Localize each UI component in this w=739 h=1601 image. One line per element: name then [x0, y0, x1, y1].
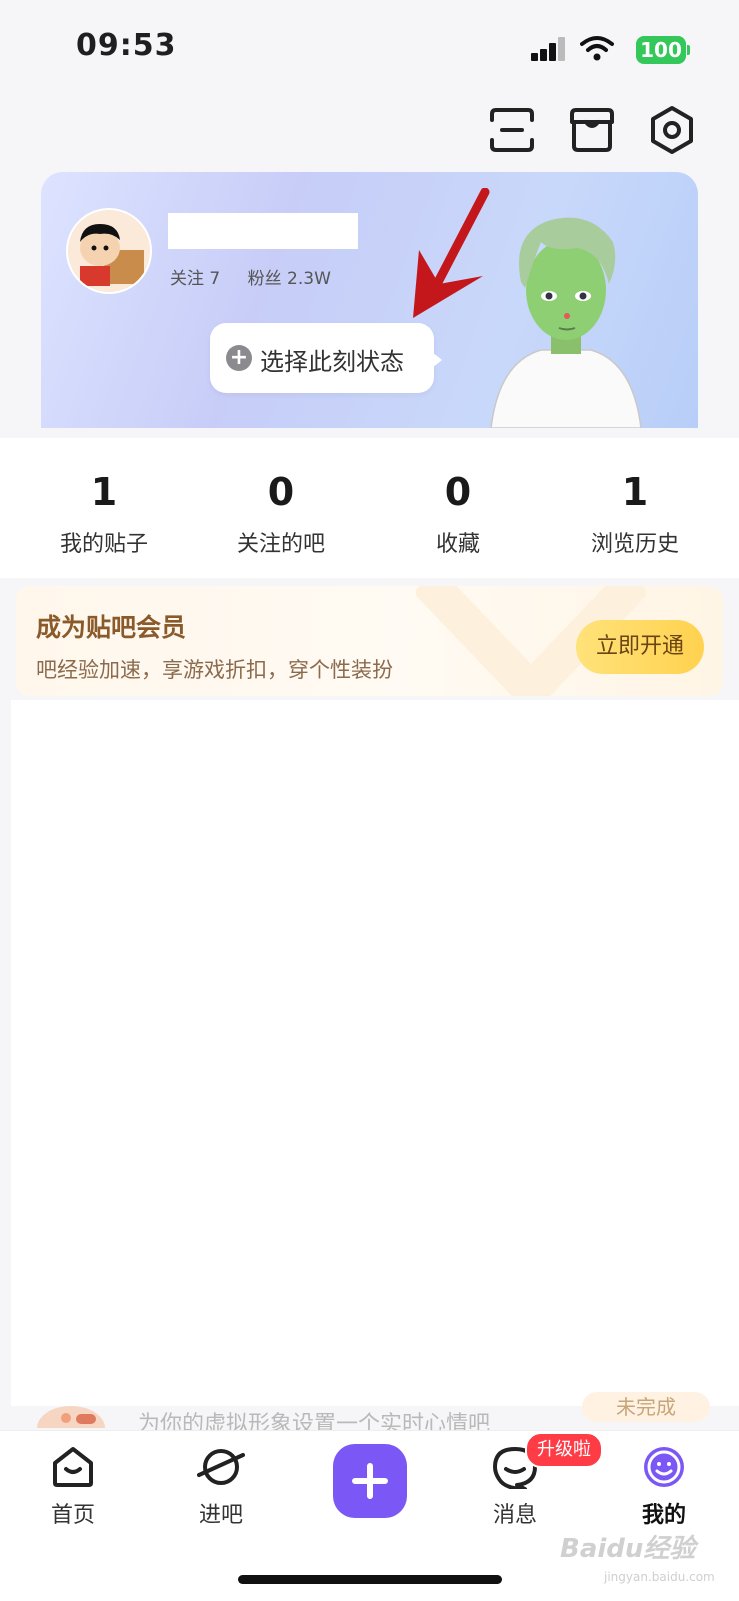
tab-label: 进吧 — [198, 1503, 243, 1528]
vip-open-button[interactable]: 立即开通 — [576, 620, 704, 674]
tab-enter-bar[interactable]: 进吧 — [166, 1445, 276, 1529]
status-time: 09:53 — [76, 28, 177, 63]
plus-circle-icon: + — [226, 345, 252, 371]
stat-followed-bars[interactable]: 0 关注的吧 — [189, 438, 373, 558]
settings-gear-icon[interactable] — [646, 104, 698, 156]
home-icon — [53, 1447, 93, 1487]
stats-row: 1 我的贴子 0 关注的吧 0 收藏 1 浏览历史 — [0, 438, 739, 578]
fans-count[interactable]: 粉丝 2.3W — [248, 269, 331, 289]
vip-subtitle: 吧经验加速，享游戏折扣，穿个性装扮 — [36, 658, 393, 682]
dress-up-box-icon[interactable] — [566, 104, 618, 156]
create-post-button[interactable] — [333, 1444, 407, 1518]
virtual-avatar-figure[interactable] — [481, 212, 651, 428]
tab-label: 消息 — [492, 1503, 537, 1528]
watermark-url: jingyan.baidu.com — [604, 1570, 715, 1584]
stat-value: 0 — [444, 470, 472, 514]
scan-icon[interactable] — [486, 104, 538, 156]
follow-stats: 关注 7 粉丝 2.3W — [170, 264, 353, 289]
wifi-icon — [580, 36, 614, 61]
username-redacted — [168, 213, 358, 249]
stat-label: 收藏 — [435, 532, 480, 557]
battery-indicator: 100 — [636, 36, 686, 64]
status-bubble-tail — [432, 352, 442, 368]
stat-value: 1 — [621, 470, 649, 514]
tab-label: 我的 — [641, 1503, 686, 1528]
stat-my-posts[interactable]: 1 我的贴子 — [12, 438, 196, 558]
stat-label: 浏览历史 — [590, 532, 679, 557]
stat-value: 0 — [267, 470, 295, 514]
stat-label: 我的贴子 — [59, 532, 148, 557]
watermark-brand: Baidu经验 — [560, 1534, 696, 1564]
tab-label: 首页 — [50, 1503, 95, 1528]
stat-favorites[interactable]: 0 收藏 — [366, 438, 550, 558]
following-count[interactable]: 关注 7 — [170, 269, 220, 289]
content-area — [11, 700, 739, 1406]
vip-title: 成为贴吧会员 — [36, 613, 187, 642]
user-avatar[interactable] — [66, 208, 152, 294]
cellular-signal-icon — [531, 37, 567, 61]
status-button-label: 选择此刻状态 — [260, 348, 404, 376]
red-arrow-annotation — [413, 188, 490, 318]
select-status-button[interactable]: + 选择此刻状态 — [210, 323, 434, 393]
tab-mine[interactable]: 我的 — [609, 1445, 719, 1529]
mood-mascot-icon — [37, 1406, 105, 1428]
upgrade-badge: 升级啦 — [525, 1432, 603, 1468]
smiley-face-icon — [644, 1447, 684, 1487]
stat-label: 关注的吧 — [236, 532, 325, 557]
stat-value: 1 — [90, 470, 118, 514]
battery-cap — [687, 45, 690, 55]
planet-icon — [197, 1449, 245, 1485]
mood-task-status[interactable]: 未完成 — [582, 1392, 710, 1422]
tab-home[interactable]: 首页 — [18, 1445, 128, 1529]
stat-history[interactable]: 1 浏览历史 — [543, 438, 727, 558]
plus-icon — [352, 1463, 388, 1499]
vip-banner[interactable]: 成为贴吧会员 吧经验加速，享游戏折扣，穿个性装扮 立即开通 — [16, 586, 723, 696]
home-indicator[interactable] — [238, 1575, 502, 1584]
